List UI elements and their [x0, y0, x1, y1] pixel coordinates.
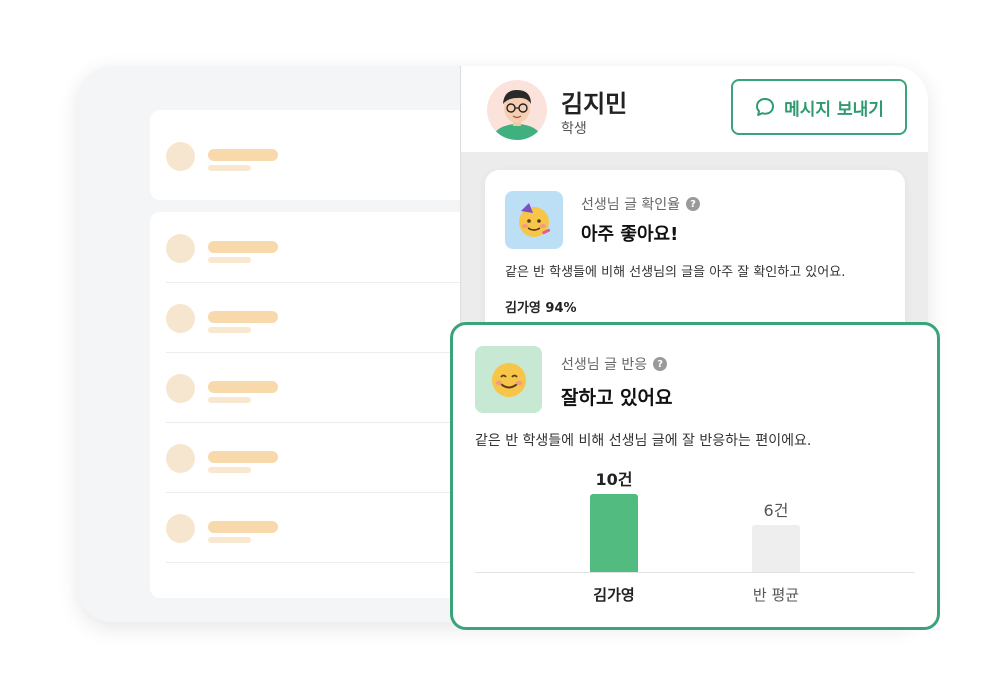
- text-placeholder: [208, 327, 251, 333]
- chart-baseline: [475, 572, 915, 573]
- student-avatar-icon: [493, 90, 541, 140]
- list-item[interactable]: [166, 120, 466, 190]
- bar-value-label: 6건: [763, 501, 789, 520]
- party-face-icon: [519, 203, 551, 237]
- bar-category-label: 김가영: [593, 586, 635, 604]
- bar-1: [590, 494, 638, 572]
- bar-2: [752, 525, 800, 572]
- list-item[interactable]: [166, 212, 466, 283]
- help-icon[interactable]: ?: [653, 357, 668, 371]
- text-placeholder: [208, 165, 251, 171]
- list-card-top: [150, 110, 470, 200]
- avatar-placeholder: [166, 374, 195, 403]
- emoji-box: [475, 346, 542, 413]
- bar-category-label: 반 평균: [752, 586, 800, 604]
- student-role: 학생: [561, 121, 587, 137]
- read-rate-description: 같은 반 학생들에 비해 선생님의 글을 아주 잘 확인하고 있어요.: [505, 265, 846, 280]
- chat-bubble-icon: [756, 98, 775, 116]
- reaction-description: 같은 반 학생들에 비해 선생님 글에 잘 반응하는 편이에요.: [475, 433, 812, 449]
- avatar-placeholder: [166, 444, 195, 473]
- avatar-placeholder: [166, 142, 195, 171]
- student-avatar: [487, 80, 547, 140]
- reaction-card: 선생님 글 반응 ? 잘하고 있어요 같은 반 학생들에 비해 선생님 글에 잘…: [450, 322, 940, 630]
- text-placeholder: [208, 397, 251, 403]
- avatar-placeholder: [166, 234, 195, 263]
- text-placeholder: [208, 311, 278, 323]
- text-placeholder: [208, 381, 278, 393]
- student-name: 김지민: [561, 90, 628, 118]
- read-rate-headline: 아주 좋아요!: [581, 224, 679, 245]
- text-placeholder: [208, 521, 278, 533]
- help-icon[interactable]: ?: [686, 197, 701, 211]
- smiling-face-icon: [491, 362, 526, 397]
- text-placeholder: [208, 257, 251, 263]
- text-placeholder: [208, 241, 278, 253]
- read-rate-label: 선생님 글 확인율 ?: [581, 194, 701, 214]
- send-message-label: 메시지 보내기: [784, 99, 884, 120]
- read-rate-score: 김가영 94%: [505, 301, 577, 316]
- reaction-label-text: 선생님 글 반응: [561, 357, 648, 373]
- profile-header: 김지민 학생 메시지 보내기: [461, 66, 928, 152]
- reaction-label: 선생님 글 반응 ?: [561, 354, 668, 374]
- avatar-placeholder: [166, 304, 195, 333]
- emoji-box: [505, 191, 563, 249]
- text-placeholder: [208, 537, 251, 543]
- send-message-button[interactable]: 메시지 보내기: [731, 79, 907, 135]
- reaction-headline: 잘하고 있어요: [561, 387, 673, 409]
- text-placeholder: [208, 451, 278, 463]
- list-item[interactable]: [166, 492, 466, 563]
- read-rate-label-text: 선생님 글 확인율: [581, 197, 681, 213]
- text-placeholder: [208, 149, 278, 161]
- list-card-main: [150, 212, 470, 598]
- list-item[interactable]: [166, 422, 466, 493]
- text-placeholder: [208, 467, 251, 473]
- list-item[interactable]: [166, 282, 466, 353]
- bar-value-label: 10건: [595, 470, 633, 489]
- avatar-placeholder: [166, 514, 195, 543]
- list-item[interactable]: [166, 352, 466, 423]
